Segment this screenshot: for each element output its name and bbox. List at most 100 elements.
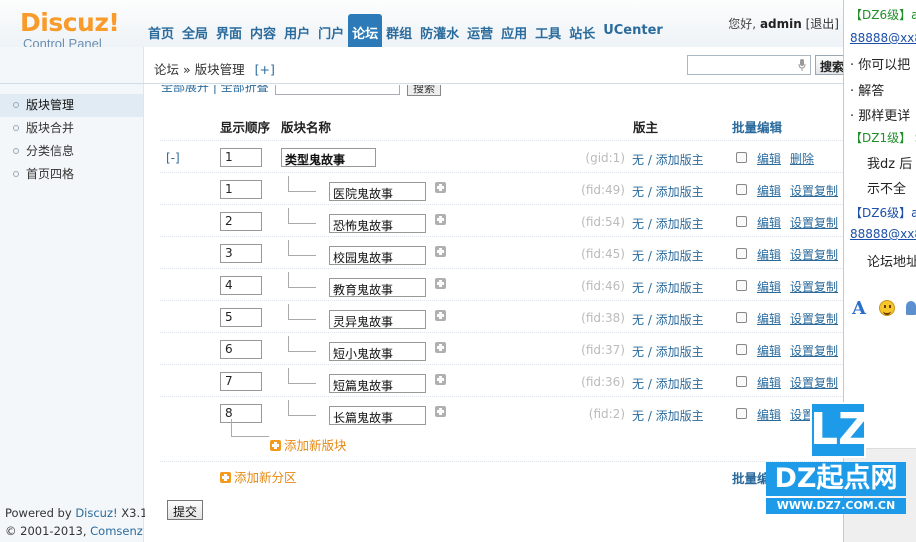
add-subforum-icon[interactable] [435,278,446,289]
moderators-link[interactable]: 无 / 添加版主 [632,375,704,392]
edit-link[interactable]: 编辑 [757,246,781,263]
batch-checkbox[interactable] [736,312,747,323]
edit-link[interactable]: 编辑 [757,278,781,295]
moderators-link[interactable]: 无 / 添加版主 [632,343,704,360]
font-icon[interactable]: A [852,298,866,319]
nav-group[interactable]: 群组 [382,14,416,47]
copy-settings-link[interactable]: 设置复制 [790,278,838,295]
chat-email-link[interactable]: 88888@xx8 [850,31,916,45]
nav-antispam[interactable]: 防灌水 [416,14,463,47]
nav-content[interactable]: 内容 [246,14,280,47]
chat-user[interactable]: 【DZ6级】a [850,204,916,221]
add-subforum-icon[interactable] [435,406,446,417]
add-subforum-icon[interactable] [435,374,446,385]
nav-style[interactable]: 界面 [212,14,246,47]
edit-link[interactable]: 编辑 [757,182,781,199]
batch-checkbox[interactable] [736,152,747,163]
menu-search-button[interactable]: 搜索 [815,55,843,75]
forum-name-input[interactable]: 短小鬼故事 [329,342,426,361]
copy-settings-link[interactable]: 设置复制 [790,374,838,391]
microphone-icon[interactable] [798,59,806,71]
forum-name-input[interactable]: 灵异鬼故事 [329,310,426,329]
copy-settings-link[interactable]: 设置复制 [790,182,838,199]
edit-link[interactable]: 编辑 [757,310,781,327]
moderators-link[interactable]: 无 / 添加版主 [632,215,704,232]
category-name-input[interactable]: 类型鬼故事 [281,148,376,167]
moderators-link[interactable]: 无 / 添加版主 [632,151,704,168]
edit-link[interactable]: 编辑 [757,342,781,359]
expand-collapse-links[interactable]: 全部展开 | 全部折叠 [161,85,269,95]
order-input[interactable]: 2 [220,212,262,231]
delete-link[interactable]: 删除 [790,150,814,167]
copy-settings-link[interactable]: 设置复制 [790,342,838,359]
moderators-link[interactable]: 无 / 添加版主 [632,279,704,296]
nav-global[interactable]: 全局 [178,14,212,47]
nav-tools[interactable]: 工具 [531,14,565,47]
order-input[interactable]: 7 [220,372,262,391]
order-input[interactable]: 1 [220,180,262,199]
moderators-link[interactable]: 无 / 添加版主 [632,311,704,328]
order-input[interactable]: 5 [220,308,262,327]
nav-forum[interactable]: 论坛 [348,14,383,47]
moderators-link[interactable]: 无 / 添加版主 [632,183,704,200]
forum-search-button[interactable]: 搜索 [407,85,441,96]
order-input[interactable]: 6 [220,340,262,359]
chat-user[interactable]: 【DZ1级】 S [850,129,916,146]
nav-operation[interactable]: 运营 [463,14,497,47]
forum-name-input[interactable]: 恐怖鬼故事 [329,214,426,233]
chat-email-link[interactable]: 88888@xx8 [850,227,916,241]
add-subforum-icon[interactable] [435,310,446,321]
header-batch-edit[interactable]: 批量编辑 [732,117,782,136]
batch-checkbox[interactable] [736,216,747,227]
batch-checkbox[interactable] [736,280,747,291]
add-new-board-link[interactable]: 添加新版块 [270,435,347,454]
batch-checkbox[interactable] [736,408,747,419]
nav-ucenter[interactable]: UCenter [599,14,667,47]
order-input[interactable]: 4 [220,276,262,295]
discuz-link[interactable]: Discuz! [75,506,117,520]
sidebar-item-grid[interactable]: 首页四格 [0,163,143,186]
order-input[interactable]: 1 [220,148,262,167]
add-subforum-icon[interactable] [435,214,446,225]
forum-name-input[interactable]: 教育鬼故事 [329,278,426,297]
forum-name-input[interactable]: 长篇鬼故事 [329,406,426,425]
batch-checkbox[interactable] [736,376,747,387]
add-shortcut-link[interactable]: [+] [255,62,275,77]
discuz-logo[interactable]: Discuz! Control Panel [20,10,145,52]
edit-link[interactable]: 编辑 [757,374,781,391]
forum-search-input[interactable] [275,85,400,95]
copy-settings-link[interactable]: 设置复制 [790,214,838,231]
order-input[interactable]: 3 [220,244,262,263]
emoji-icon[interactable] [879,300,895,316]
menu-search-input[interactable] [687,55,811,75]
submit-button[interactable]: 提交 [167,500,203,520]
collapse-toggle[interactable]: [-] [166,151,180,165]
batch-checkbox[interactable] [736,184,747,195]
forum-name-input[interactable]: 短篇鬼故事 [329,374,426,393]
breadcrumb-root[interactable]: 论坛 [154,62,179,77]
batch-checkbox[interactable] [736,248,747,259]
nav-founder[interactable]: 站长 [565,14,599,47]
nav-home[interactable]: 首页 [144,14,178,47]
nav-apps[interactable]: 应用 [497,14,531,47]
sidebar-item-thread-types[interactable]: 分类信息 [0,140,143,163]
copy-settings-link[interactable]: 设置复制 [790,310,838,327]
chat-user[interactable]: 【DZ6级】a [850,6,916,23]
add-subforum-icon[interactable] [435,182,446,193]
logout-link[interactable]: [退出] [806,17,839,31]
sidebar-item-forum-merge[interactable]: 版块合并 [0,117,143,140]
copy-settings-link[interactable]: 设置复制 [790,246,838,263]
moderators-link[interactable]: 无 / 添加版主 [632,247,704,264]
add-subforum-icon[interactable] [435,342,446,353]
sidebar-item-forum-manage[interactable]: 版块管理 [0,94,143,117]
edit-link[interactable]: 编辑 [757,214,781,231]
bell-icon[interactable] [906,301,916,315]
forum-name-input[interactable]: 医院鬼故事 [329,182,426,201]
batch-checkbox[interactable] [736,344,747,355]
edit-link[interactable]: 编辑 [757,150,781,167]
add-subforum-icon[interactable] [435,246,446,257]
add-new-category-link[interactable]: 添加新分区 [220,467,297,486]
nav-user[interactable]: 用户 [280,14,314,47]
moderators-link[interactable]: 无 / 添加版主 [632,407,704,424]
forum-name-input[interactable]: 校园鬼故事 [329,246,426,265]
